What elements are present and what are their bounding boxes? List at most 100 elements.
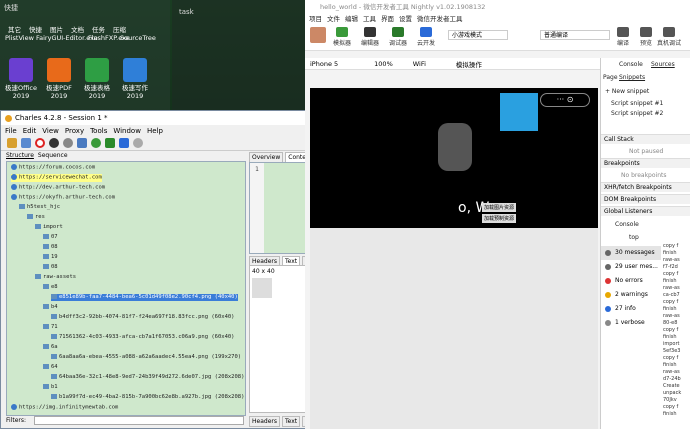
fence-tab[interactable]: 压缩 xyxy=(113,24,126,34)
tree-folder[interactable]: b4 xyxy=(43,304,58,311)
new-snippet-button[interactable]: + New snippet xyxy=(605,88,649,95)
tree-folder[interactable]: 08 xyxy=(43,244,58,251)
tree-host[interactable]: https://img.infinitymewtab.com xyxy=(11,404,118,412)
tree-folder[interactable]: import xyxy=(35,224,63,231)
breakpoint-icon[interactable] xyxy=(63,138,73,148)
tree-host[interactable]: https://okyfh.arthur-tech.com xyxy=(11,194,115,202)
xhr-breakpoints-header[interactable]: XHR/fetch Breakpoints xyxy=(601,182,690,192)
desktop-app-icon[interactable]: 极速Office 2019 xyxy=(4,58,38,100)
zoom-select[interactable]: 100% xyxy=(374,60,393,68)
tab-sources[interactable]: Sources xyxy=(651,61,675,68)
refresh-icon[interactable] xyxy=(91,138,101,148)
compile-select[interactable]: 普通编译 xyxy=(540,30,610,40)
desktop-app-label[interactable]: SourceTree xyxy=(120,34,156,42)
tree-host[interactable]: https://forum.cocos.com xyxy=(11,164,95,172)
toolbar-button[interactable]: 真机调试 xyxy=(657,27,681,47)
tree-folder[interactable]: h5test_hjc xyxy=(19,204,60,211)
load-image-button[interactable]: 加载图片资源 xyxy=(482,203,517,212)
devtools-menu-item[interactable]: 文件 xyxy=(327,13,340,23)
console-filter-item[interactable]: No errors xyxy=(601,274,661,288)
devtools-menu-item[interactable]: 界面 xyxy=(381,13,394,23)
toolbar-button[interactable]: 预览 xyxy=(634,27,658,47)
desktop-app-icon[interactable]: 极速写作 2019 xyxy=(118,58,152,100)
tree-folder[interactable]: 08 xyxy=(43,264,58,271)
menu-file[interactable]: File xyxy=(5,127,17,135)
menu-view[interactable]: View xyxy=(42,127,59,135)
desktop-app-icon[interactable]: 极速PDF 2019 xyxy=(42,58,76,100)
tab-sequence[interactable]: Sequence xyxy=(38,152,68,159)
devtools-menu-item[interactable]: 设置 xyxy=(399,13,412,23)
load-prefab-button[interactable]: 加载预制资源 xyxy=(482,214,517,223)
tree-folder[interactable]: raw-assets xyxy=(35,274,76,281)
tab-text[interactable]: Text xyxy=(281,416,301,427)
broom-icon[interactable] xyxy=(7,138,17,148)
tools-icon[interactable] xyxy=(119,138,129,148)
capsule-button[interactable]: ··· ⊙ xyxy=(540,93,590,107)
tree-folder[interactable]: 07 xyxy=(43,234,58,241)
snippet-item[interactable]: Script snippet #2 xyxy=(611,110,663,117)
fence-tab[interactable]: 图片 xyxy=(50,24,63,34)
tab-structure[interactable]: Structure xyxy=(6,152,34,159)
menu-tools[interactable]: Tools xyxy=(90,127,107,135)
call-stack-header[interactable]: Call Stack xyxy=(601,134,690,144)
tree-folder[interactable]: 6a xyxy=(43,344,58,351)
simulator-screen[interactable]: ··· ⊙ o, Wor 加载图片资源 加载预制资源 xyxy=(310,88,598,228)
tree-file[interactable]: e851e89b-faa7-4484-bea6-5c01d49f08e2.90c… xyxy=(51,294,238,301)
menu-help[interactable]: Help xyxy=(147,127,163,135)
menu-window[interactable]: Window xyxy=(113,127,141,135)
tree-file[interactable]: 64baa36e-32c1-48e8-9ed7-24b39f49d272.6de… xyxy=(51,374,244,381)
toolbar-button[interactable]: 模拟器 xyxy=(327,27,357,47)
settings-icon[interactable] xyxy=(133,138,143,148)
devtools-menu-item[interactable]: 编辑 xyxy=(345,13,358,23)
devtools-menu-item[interactable]: 工具 xyxy=(363,13,376,23)
desktop-app-label[interactable]: PlistView xyxy=(5,34,34,42)
tree-host[interactable]: http://dev.arthur-tech.com xyxy=(11,184,105,192)
tree-file[interactable]: 6aa8aa6a-ebea-4555-a088-a62a6aadec4.55ea… xyxy=(51,354,241,361)
tab-snippets[interactable]: Snippets xyxy=(619,74,645,81)
toolbar-button[interactable]: 调试器 xyxy=(383,27,413,47)
tree-folder[interactable]: 71 xyxy=(43,324,58,331)
fence-tab[interactable]: 任务 xyxy=(92,24,105,34)
tree-folder[interactable]: 19 xyxy=(43,254,58,261)
tree-folder[interactable]: res xyxy=(27,214,45,221)
devtools-menu-item[interactable]: 微信开发者工具 xyxy=(417,13,463,23)
toolbar-button[interactable]: 编译 xyxy=(611,27,635,47)
console-filter-item[interactable]: 27 info xyxy=(601,302,661,316)
tree-folder[interactable]: e8 xyxy=(43,284,58,291)
devtools-titlebar[interactable]: hello_world - 微信开发者工具 Nightly v1.02.1908… xyxy=(305,0,690,12)
record-icon[interactable] xyxy=(35,138,45,148)
tab-page[interactable]: Page xyxy=(603,74,618,81)
device-select[interactable]: iPhone 5 xyxy=(310,60,338,68)
filters-input[interactable] xyxy=(34,416,244,425)
tree-file[interactable]: b1a99f7d-ec49-4ba2-815b-7a900bc62e8b.a92… xyxy=(51,394,244,401)
pencil-icon[interactable] xyxy=(21,138,31,148)
toolbar-button[interactable]: 云开发 xyxy=(411,27,441,47)
mode-select[interactable]: 小游戏模式 xyxy=(448,30,508,40)
menu-proxy[interactable]: Proxy xyxy=(65,127,84,135)
desktop-app-icon[interactable]: 极速表格 2019 xyxy=(80,58,114,100)
breakpoints-header[interactable]: Breakpoints xyxy=(601,158,690,168)
fence-tab[interactable]: 文档 xyxy=(71,24,84,34)
menu-edit[interactable]: Edit xyxy=(23,127,37,135)
tree-file[interactable]: 71561362-4c03-4933-afca-cb7a1f67053.c06a… xyxy=(51,334,235,341)
console-filter-item[interactable]: 2 warnings xyxy=(601,288,661,302)
console-filter-item[interactable]: 29 user mes... xyxy=(601,260,661,274)
tree-file[interactable]: b4dff3c2-92bb-4074-81f7-f24ea697f18.83fc… xyxy=(51,314,235,321)
toolbar-button[interactable]: 编辑器 xyxy=(355,27,385,47)
tree-folder[interactable]: 64 xyxy=(43,364,58,371)
console-filter-item[interactable]: 30 messages xyxy=(601,246,661,260)
global-listeners-header[interactable]: Global Listeners xyxy=(601,206,690,216)
console-drawer-tab[interactable]: Console xyxy=(615,221,639,228)
tab-console[interactable]: Console xyxy=(619,61,643,68)
throttle-icon[interactable] xyxy=(49,138,59,148)
console-filter-item[interactable]: 1 verbose xyxy=(601,316,661,330)
tree-folder[interactable]: b1 xyxy=(43,384,58,391)
sim-op-select[interactable]: 模拟操作 xyxy=(456,59,482,69)
fence-tab[interactable]: 快捷 xyxy=(29,24,42,34)
check-icon[interactable] xyxy=(105,138,115,148)
tree-host[interactable]: https://servicewechat.com xyxy=(11,174,102,182)
dom-breakpoints-header[interactable]: DOM Breakpoints xyxy=(601,194,690,204)
network-select[interactable]: WiFi xyxy=(413,60,426,68)
snippet-item[interactable]: Script snippet #1 xyxy=(611,100,663,107)
context-select[interactable]: top xyxy=(629,234,639,241)
